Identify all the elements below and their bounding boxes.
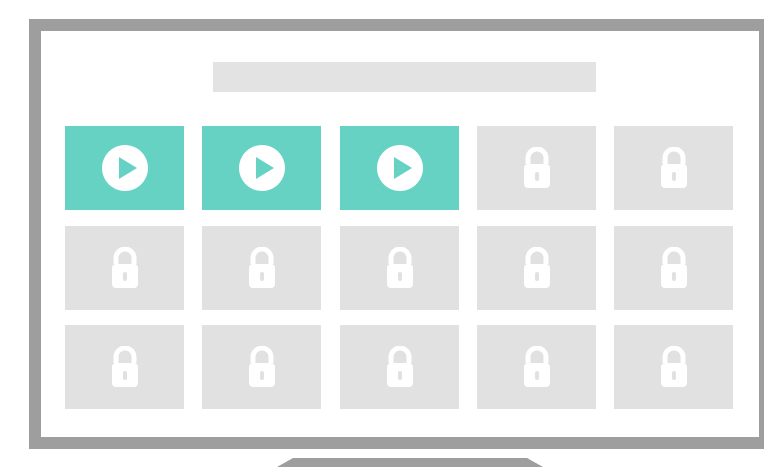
video-tile-locked[interactable] bbox=[477, 226, 596, 310]
title-placeholder-bar bbox=[213, 62, 596, 92]
video-tile-locked[interactable] bbox=[65, 226, 184, 310]
play-icon bbox=[376, 145, 423, 191]
video-tile-locked[interactable] bbox=[614, 126, 733, 210]
lock-icon bbox=[522, 147, 552, 189]
lock-icon bbox=[247, 247, 277, 289]
video-tile-locked[interactable] bbox=[340, 226, 459, 310]
lock-icon bbox=[659, 346, 689, 388]
lock-icon bbox=[385, 346, 415, 388]
lock-icon bbox=[110, 247, 140, 289]
play-icon bbox=[101, 145, 148, 191]
video-tile-locked[interactable] bbox=[614, 325, 733, 409]
lock-icon bbox=[522, 247, 552, 289]
video-tile-unlocked[interactable] bbox=[65, 126, 184, 210]
video-tile-locked[interactable] bbox=[202, 226, 321, 310]
video-tile-locked[interactable] bbox=[202, 325, 321, 409]
lock-icon bbox=[522, 346, 552, 388]
lock-icon bbox=[385, 247, 415, 289]
lock-icon bbox=[659, 247, 689, 289]
video-tile-locked[interactable] bbox=[340, 325, 459, 409]
video-tile-locked[interactable] bbox=[477, 325, 596, 409]
lock-icon bbox=[247, 346, 277, 388]
play-icon bbox=[238, 145, 285, 191]
video-tile-locked[interactable] bbox=[614, 226, 733, 310]
video-tile-locked[interactable] bbox=[477, 126, 596, 210]
video-tile-locked[interactable] bbox=[65, 325, 184, 409]
lock-icon bbox=[659, 147, 689, 189]
video-tile-unlocked[interactable] bbox=[202, 126, 321, 210]
lock-icon bbox=[110, 346, 140, 388]
monitor-stand bbox=[277, 458, 543, 467]
video-tile-unlocked[interactable] bbox=[340, 126, 459, 210]
